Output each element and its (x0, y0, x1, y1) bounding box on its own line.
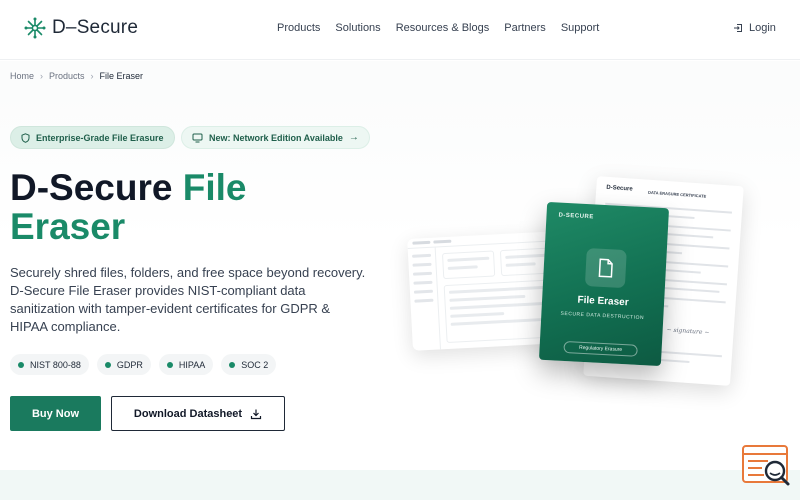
box-label: Regulatory Erasure (563, 340, 638, 357)
chevron-right-icon: › (40, 71, 44, 81)
asterisk-network-icon (24, 17, 46, 39)
login-label: Login (749, 22, 776, 34)
page-title: D-Secure File Eraser (10, 168, 370, 246)
breadcrumb-bar: Home › Products › File Eraser (0, 61, 800, 91)
login-icon (734, 24, 742, 32)
login-link[interactable]: Login (733, 22, 776, 34)
dot-icon (18, 361, 24, 368)
box-title: File Eraser (577, 294, 629, 309)
file-icon (584, 248, 627, 289)
badge-label: SOC 2 (241, 359, 269, 370)
badge-nist: NIST 800-88 (10, 354, 89, 375)
shield-icon (21, 132, 30, 143)
title-brand: D-Secure (10, 167, 173, 208)
download-datasheet-button[interactable]: Download Datasheet (111, 396, 285, 431)
badge-soc2: SOC 2 (221, 354, 277, 375)
hero-description: Securely shred files, folders, and free … (10, 265, 366, 334)
chevron-right-icon: › (90, 71, 94, 81)
nav-item-partners[interactable]: Partners (504, 22, 546, 34)
support-widget-icon[interactable] (742, 444, 792, 490)
badge-label: NIST 800-88 (30, 359, 81, 370)
buy-now-button[interactable]: Buy Now (10, 396, 101, 431)
monitor-icon (192, 133, 203, 142)
product-illustration: D-Secure DATA ERASURE CERTIFICATE ~ sign… (400, 165, 760, 395)
logo-text: D–Secure (52, 17, 139, 38)
enterprise-pill: Enterprise-Grade File Erasure (10, 126, 175, 149)
dot-icon (104, 361, 111, 368)
breadcrumb: Home › Products › File Eraser (10, 71, 143, 81)
logo[interactable]: D–Secure (24, 17, 138, 39)
nav-item-products[interactable]: Products (277, 22, 320, 34)
network-edition-label: New: Network Edition Available (209, 132, 343, 143)
arrow-right-icon: → (348, 132, 359, 143)
network-edition-pill[interactable]: New: Network Edition Available → (181, 126, 370, 149)
dot-icon (166, 361, 173, 368)
badge-label: HIPAA (178, 359, 206, 370)
breadcrumb-products[interactable]: Products (49, 71, 85, 81)
enterprise-pill-label: Enterprise-Grade File Erasure (36, 132, 164, 143)
signature: ~ signature ~ (666, 326, 710, 337)
next-section-band (0, 470, 800, 500)
badge-hipaa: HIPAA (158, 354, 214, 375)
certificate-logo: D-Secure (606, 184, 633, 193)
compliance-badges: NIST 800-88 GDPR HIPAA SOC 2 (10, 354, 277, 375)
badge-label: GDPR (116, 359, 143, 370)
product-box: D-SECURE File Eraser SECURE DATA DESTRUC… (538, 201, 670, 367)
box-subtitle: SECURE DATA DESTRUCTION (560, 310, 645, 322)
nav-item-support[interactable]: Support (561, 22, 600, 34)
site-header: D–Secure Products Solutions Resources & … (0, 0, 800, 60)
breadcrumb-current: File Eraser (99, 71, 144, 81)
main-nav: Products Solutions Resources & Blogs Par… (277, 22, 599, 34)
badge-gdpr: GDPR (96, 354, 151, 375)
nav-item-solutions[interactable]: Solutions (335, 22, 380, 34)
nav-item-resources[interactable]: Resources & Blogs (396, 22, 490, 34)
certificate-title: DATA ERASURE CERTIFICATE (647, 189, 707, 199)
download-icon (250, 409, 262, 419)
download-datasheet-label: Download Datasheet (133, 407, 243, 420)
box-brand: D-SECURE (558, 212, 594, 221)
breadcrumb-home[interactable]: Home (10, 71, 34, 81)
dot-icon (229, 361, 236, 368)
